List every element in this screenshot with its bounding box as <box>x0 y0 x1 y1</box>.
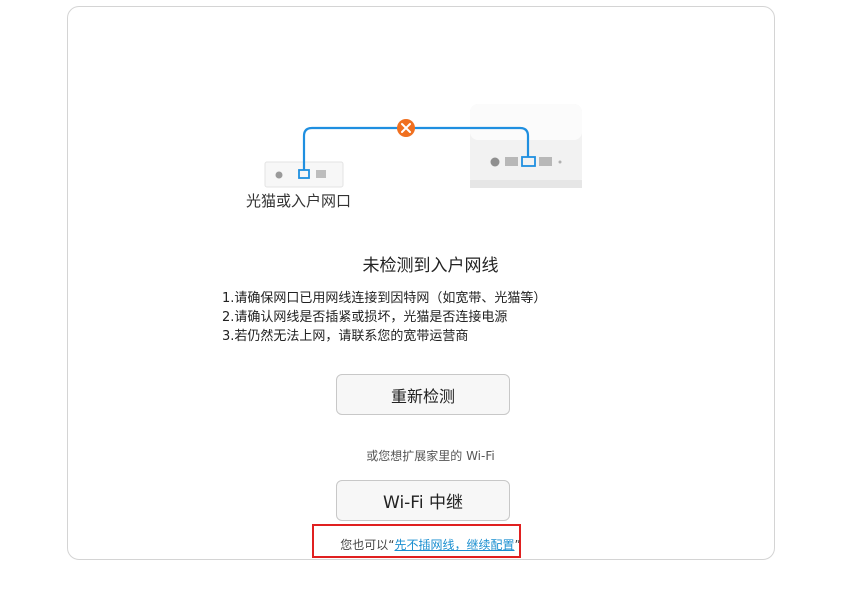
step-item: 1.请确保网口已用网线连接到因特网（如宽带、光猫等） <box>222 291 547 306</box>
troubleshoot-steps: 1.请确保网口已用网线连接到因特网（如宽带、光猫等） 2.请确认网线是否插紧或损… <box>222 289 546 346</box>
skip-config-line: 您也可以“先不插网线，继续配置” <box>0 536 861 553</box>
connection-diagram <box>264 104 582 188</box>
page-title: 未检测到入户网线 <box>362 256 499 276</box>
disconnect-error-icon <box>397 119 415 137</box>
redetect-button[interactable]: 重新检测 <box>336 374 510 415</box>
skip-close-quote: ” <box>514 538 521 552</box>
wifi-relay-button[interactable]: Wi-Fi 中继 <box>336 480 510 521</box>
skip-prefix-text: 您也可以 <box>340 538 389 552</box>
step-item: 3.若仍然无法上网，请联系您的宽带运营商 <box>222 329 469 344</box>
extend-wifi-hint: 或您想扩展家里的 Wi-Fi <box>366 449 495 463</box>
skip-config-link[interactable]: 先不插网线，继续配置 <box>395 538 515 552</box>
step-item: 2.请确认网线是否插紧或损坏，光猫是否连接电源 <box>222 310 508 325</box>
modem-port-label: 光猫或入户网口 <box>246 192 352 210</box>
router-device-icon <box>470 104 582 188</box>
